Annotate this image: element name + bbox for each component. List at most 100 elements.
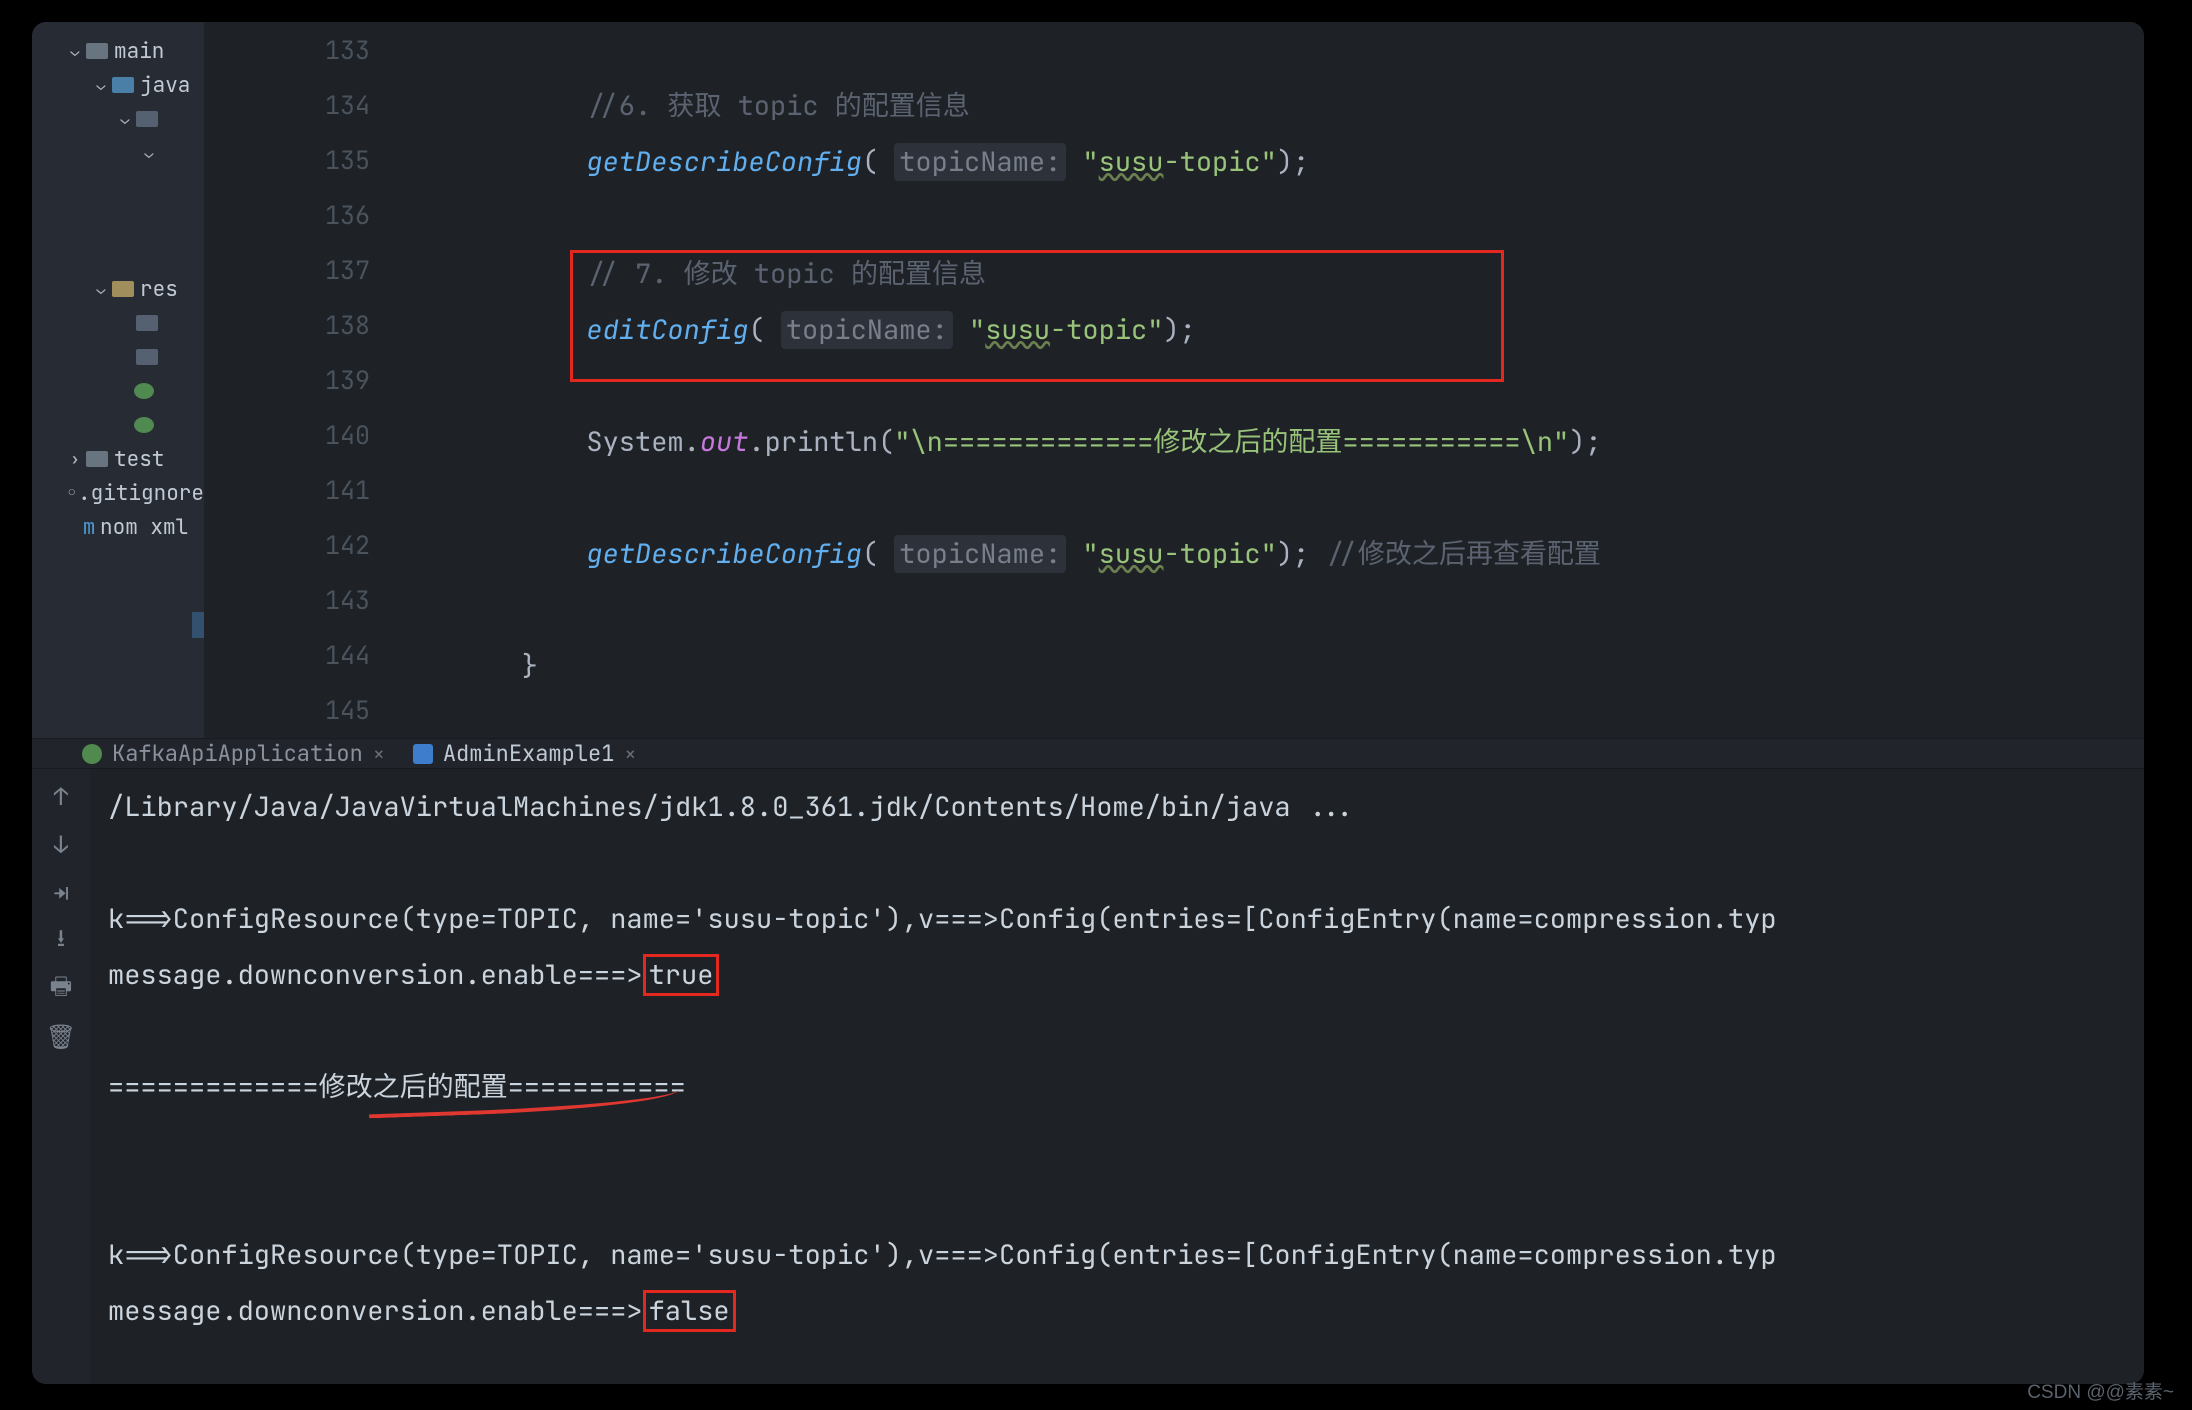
down-icon[interactable]: ↓ — [47, 831, 75, 859]
code-line: editConfig( topicName: "susu-topic"); — [392, 302, 1602, 358]
print-icon[interactable]: 🖶 — [47, 975, 75, 1003]
code-editor[interactable]: //6. 获取 topic 的配置信息 getDescribeConfig( t… — [392, 22, 2144, 738]
code-line: } — [392, 638, 1602, 694]
main-area: ⌄main⌄java⌄⌄⌄res›test◦.gitignoremnom xml… — [32, 22, 2144, 738]
code-line: getDescribeConfig( topicName: "susu-topi… — [392, 526, 1602, 582]
folder-icon — [136, 111, 158, 127]
tree-item[interactable] — [32, 170, 204, 204]
close-icon[interactable]: × — [624, 741, 636, 767]
folder-icon — [86, 451, 108, 467]
tab-label: KafkaApiApplication — [112, 739, 363, 768]
tree-item[interactable]: ⌄ java — [32, 68, 204, 102]
line-number: 142 — [204, 518, 392, 573]
run-tabs[interactable]: KafkaApiApplication × AdminExample1 × — [32, 738, 2144, 769]
highlight-true: true — [643, 954, 720, 996]
project-tree[interactable]: ⌄main⌄java⌄⌄⌄res›test◦.gitignoremnom xml — [32, 22, 204, 738]
console-area: ↑ ↓ ⇥ ⭳ 🖶 🗑 /Library/Java/JavaVirtualMac… — [32, 769, 2144, 1384]
code-line — [392, 470, 1602, 526]
tree-item[interactable] — [32, 238, 204, 272]
line-number: 138 — [204, 297, 392, 352]
line-number: 136 — [204, 187, 392, 242]
line-number: 139 — [204, 352, 392, 407]
line-number: 144 — [204, 628, 392, 683]
console-toolbar[interactable]: ↑ ↓ ⇥ ⭳ 🖶 🗑 — [32, 769, 90, 1384]
tree-label: main — [114, 38, 164, 65]
pom-icon: m — [78, 514, 100, 541]
console-line: message.downconversion.enable===>false — [108, 1283, 2126, 1339]
gitignore-icon: ◦ — [65, 480, 78, 507]
ide-window: ⌄main⌄java⌄⌄⌄res›test◦.gitignoremnom xml… — [32, 22, 2144, 1384]
folder-icon — [112, 281, 134, 297]
line-number: 140 — [204, 408, 392, 463]
console-line: k==>ConfigResource(type=TOPIC, name='sus… — [108, 891, 2126, 947]
code-line — [392, 190, 1602, 246]
run-tab[interactable]: AdminExample1 × — [413, 739, 637, 768]
folder-icon — [112, 77, 134, 93]
folder-icon — [134, 383, 154, 399]
code-line: System.out.println("\n=============修改之后的… — [392, 414, 1602, 470]
tree-label: test — [114, 446, 164, 473]
code-line — [392, 358, 1602, 414]
code-line — [392, 22, 1602, 78]
console-line — [108, 835, 2126, 891]
trash-icon[interactable]: 🗑 — [47, 1023, 75, 1051]
console-line: /Library/Java/JavaVirtualMachines/jdk1.8… — [108, 779, 2126, 835]
wrap-icon[interactable]: ⇥ — [47, 879, 75, 907]
code-line: getDescribeConfig( topicName: "susu-topi… — [392, 134, 1602, 190]
selected-file-marker — [192, 612, 204, 638]
chevron-icon: ⌄ — [92, 75, 110, 95]
app-root: ⌄main⌄java⌄⌄⌄res›test◦.gitignoremnom xml… — [0, 0, 2192, 1410]
tab-icon — [413, 744, 433, 764]
code-line: //6. 获取 topic 的配置信息 — [392, 78, 1602, 134]
tree-label: java — [140, 72, 190, 99]
tree-label: nom xml — [100, 514, 188, 541]
code-line — [392, 582, 1602, 638]
tree-item[interactable] — [32, 408, 204, 442]
tree-item[interactable] — [32, 204, 204, 238]
console-line: message.downconversion.enable===>true — [108, 947, 2126, 1003]
tree-item[interactable]: ⌄ — [32, 136, 204, 170]
tab-icon — [82, 744, 102, 764]
tree-item[interactable] — [32, 374, 204, 408]
chevron-icon: ⌄ — [116, 109, 134, 129]
console-output[interactable]: /Library/Java/JavaVirtualMachines/jdk1.8… — [90, 769, 2144, 1384]
console-line — [108, 1171, 2126, 1227]
line-number: 135 — [204, 132, 392, 187]
chevron-icon: ⌄ — [140, 143, 158, 163]
tree-item[interactable] — [32, 306, 204, 340]
tree-item[interactable]: ◦.gitignore — [32, 476, 204, 510]
line-number: 137 — [204, 242, 392, 297]
tree-item[interactable]: › test — [32, 442, 204, 476]
chevron-icon: ⌄ — [92, 279, 110, 299]
tree-item[interactable]: ⌄ — [32, 102, 204, 136]
line-number: 133 — [204, 22, 392, 77]
tree-item[interactable]: mnom xml — [32, 510, 204, 544]
run-tab[interactable]: KafkaApiApplication × — [82, 739, 385, 768]
tree-item[interactable] — [32, 340, 204, 374]
code-line — [392, 694, 1602, 738]
folder-icon — [136, 349, 158, 365]
folder-icon — [134, 417, 154, 433]
export-icon[interactable]: ⭳ — [47, 927, 75, 955]
tree-label: .gitignore — [78, 480, 204, 507]
line-number: 134 — [204, 77, 392, 132]
up-icon[interactable]: ↑ — [47, 783, 75, 811]
chevron-icon: ⌄ — [66, 41, 84, 61]
console-line — [108, 1003, 2126, 1059]
folder-icon — [86, 43, 108, 59]
line-number: 141 — [204, 463, 392, 518]
line-number: 145 — [204, 683, 392, 738]
chevron-icon: › — [66, 449, 84, 469]
highlight-false: false — [643, 1290, 736, 1332]
watermark: CSDN @@素素~ — [2027, 1377, 2174, 1404]
console-line — [108, 1115, 2126, 1171]
code-line: // 7. 修改 topic 的配置信息 — [392, 246, 1602, 302]
tree-label: res — [140, 276, 178, 303]
line-number: 143 — [204, 573, 392, 628]
folder-icon — [136, 315, 158, 331]
tree-item[interactable]: ⌄ res — [32, 272, 204, 306]
tab-label: AdminExample1 — [443, 739, 615, 768]
tree-item[interactable]: ⌄ main — [32, 34, 204, 68]
console-line: k==>ConfigResource(type=TOPIC, name='sus… — [108, 1227, 2126, 1283]
close-icon[interactable]: × — [373, 741, 385, 767]
